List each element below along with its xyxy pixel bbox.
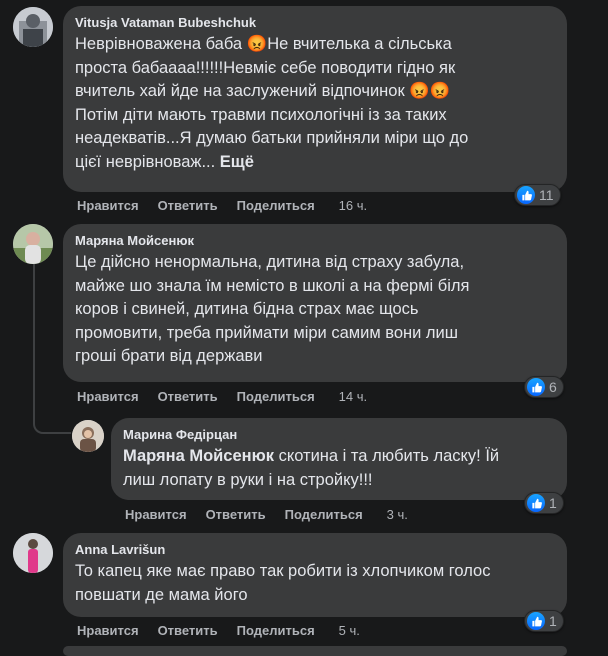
reaction-number: 1 (549, 495, 557, 511)
avatar[interactable] (13, 224, 53, 264)
reply-button[interactable]: Ответить (206, 507, 266, 523)
reaction-number: 1 (549, 613, 557, 629)
like-button[interactable]: Нравится (125, 507, 187, 523)
like-icon (527, 494, 545, 512)
timestamp[interactable]: 3 ч. (387, 507, 408, 523)
avatar[interactable] (13, 533, 53, 573)
comment-bubble: Anna Lavrišun То капец яке має право так… (63, 533, 567, 617)
reply-button[interactable]: Ответить (158, 198, 218, 214)
reaction-number: 6 (549, 379, 557, 395)
see-more-link[interactable]: Ещё (220, 153, 254, 171)
comment-bubble: Марина Федірцан Маряна Мойсенюк скотина … (111, 418, 567, 500)
reaction-number: 11 (539, 187, 554, 203)
avatar[interactable] (72, 420, 104, 452)
comment-actions: Нравится Ответить Поделиться 16 ч. (77, 198, 386, 214)
share-button[interactable]: Поделиться (285, 507, 363, 523)
like-icon (527, 612, 545, 630)
share-button[interactable]: Поделиться (237, 389, 315, 405)
comment-author[interactable]: Vitusja Vataman Bubeshchuk (75, 14, 555, 31)
reaction-count[interactable]: 1 (524, 610, 564, 632)
thread-connector (33, 264, 71, 434)
like-icon (517, 186, 535, 204)
comment-actions: Нравится Ответить Поделиться 5 ч. (77, 623, 379, 639)
reply-button[interactable]: Ответить (158, 389, 218, 405)
like-button[interactable]: Нравится (77, 623, 139, 639)
like-button[interactable]: Нравится (77, 198, 139, 214)
reply-button[interactable]: Ответить (158, 623, 218, 639)
comment-bubble: Маряна Мойсенюк Це дійсно ненормальна, д… (63, 224, 567, 382)
comment-actions: Нравится Ответить Поделиться 14 ч. (77, 389, 386, 405)
comment-author[interactable]: Anna Lavrišun (75, 541, 555, 558)
mention-link[interactable]: Маряна Мойсенюк (123, 447, 274, 465)
comment-author[interactable]: Маряна Мойсенюк (75, 232, 555, 249)
timestamp[interactable]: 16 ч. (339, 198, 367, 214)
comment-author[interactable]: Марина Федірцан (123, 426, 555, 443)
comment-text: Це дійсно ненормальна, дитина від страху… (75, 253, 470, 365)
comment-actions: Нравится Ответить Поделиться 3 ч. (125, 507, 427, 523)
comment-text: Неврівноважена баба 😡Не вчителька а сіль… (75, 33, 555, 174)
timestamp[interactable]: 5 ч. (339, 623, 360, 639)
comment-text: Маряна Мойсенюк скотина і та любить ласк… (123, 445, 555, 492)
share-button[interactable]: Поделиться (237, 198, 315, 214)
timestamp[interactable]: 14 ч. (339, 389, 367, 405)
avatar[interactable] (13, 7, 53, 47)
next-comment-bubble (63, 646, 567, 656)
reaction-count[interactable]: 6 (524, 376, 564, 398)
like-icon (527, 378, 545, 396)
reaction-count[interactable]: 1 (524, 492, 564, 514)
comment-bubble: Vitusja Vataman Bubeshchuk Неврівноважен… (63, 6, 567, 192)
reaction-count[interactable]: 11 (514, 184, 561, 206)
comment-body: Неврівноважена баба 😡Не вчителька а сіль… (75, 35, 469, 171)
share-button[interactable]: Поделиться (237, 623, 315, 639)
like-button[interactable]: Нравится (77, 389, 139, 405)
comment-text: То капец яке має право так робити із хло… (75, 562, 491, 604)
